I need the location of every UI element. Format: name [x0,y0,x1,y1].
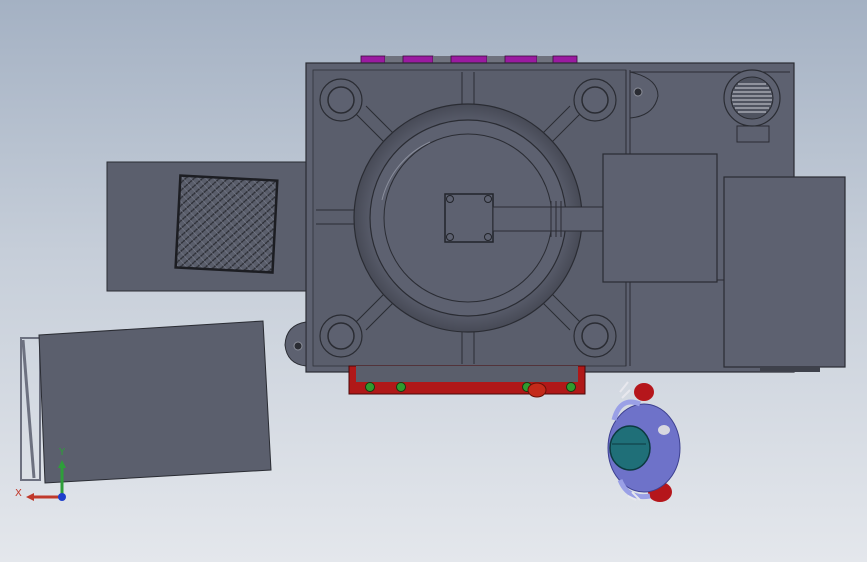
operator[interactable] [607,381,681,502]
machine-frame[interactable] [284,62,795,373]
cart-handle[interactable] [21,339,36,479]
bottom-rail [348,365,586,398]
x-axis-label: X [15,488,22,499]
cad-viewport[interactable]: X Y [0,0,867,562]
feed-plate[interactable] [106,161,308,292]
checker-plate-panel [174,174,279,274]
corner-bolt-bl [319,314,363,358]
y-axis-label: Y [58,447,66,458]
drive-motor[interactable] [602,153,718,283]
z-axis-dot [58,493,66,501]
corner-bolt-br [573,314,617,358]
center-flange [444,193,494,243]
side-cart[interactable] [20,320,272,484]
corner-bolt-tr [573,78,617,122]
corner-bolt-tl [319,78,363,122]
control-box[interactable] [723,176,846,372]
